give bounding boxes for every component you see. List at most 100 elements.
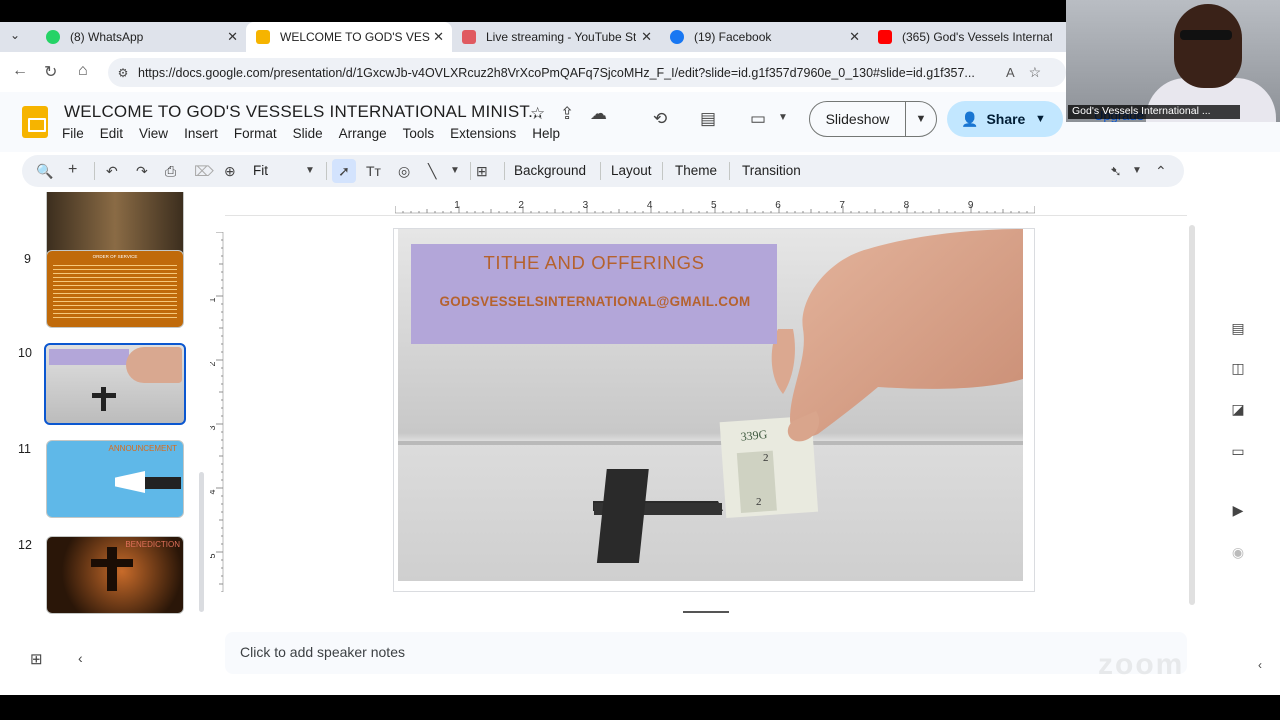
- move-to-drive-icon[interactable]: ⇪: [560, 104, 574, 124]
- ruler-labels: 1 2 3 4 5: [210, 297, 217, 558]
- tab-youtube[interactable]: (365) God's Vessels Internation: [868, 22, 1066, 52]
- new-slide-icon[interactable]: +: [68, 161, 77, 179]
- tab-youtube-studio[interactable]: Live streaming - YouTube Stud ✕: [452, 22, 660, 52]
- site-info-icon[interactable]: ⚙: [108, 66, 138, 80]
- meet-camera-icon[interactable]: ▭: [750, 109, 766, 129]
- add-ons-icon[interactable]: ◉: [1229, 544, 1247, 562]
- menu-extensions[interactable]: Extensions: [450, 126, 516, 141]
- ruler-label: 3: [583, 200, 589, 211]
- slide-thumbnail-9[interactable]: ORDER OF SERVICE: [46, 250, 184, 328]
- toolbar-divider: [600, 162, 601, 180]
- menu-arrange[interactable]: Arrange: [339, 126, 387, 141]
- toolbar-divider: [504, 162, 505, 180]
- title-text-box[interactable]: TITHE AND OFFERINGS GODSVESSELSINTERNATI…: [411, 244, 777, 344]
- tasks-icon[interactable]: ◫: [1229, 360, 1247, 378]
- grid-view-icon[interactable]: ⊞: [30, 650, 43, 668]
- comments-icon[interactable]: ▤: [700, 109, 716, 129]
- slide-number: 9: [24, 252, 31, 266]
- presenter-head: [1174, 4, 1242, 88]
- bookmark-star-icon[interactable]: ☆: [1029, 64, 1042, 81]
- contacts-icon[interactable]: ◪: [1229, 401, 1247, 419]
- slide-thumbnail-11[interactable]: ANNOUNCEMENT: [46, 440, 184, 518]
- redo-icon[interactable]: ↷: [136, 163, 148, 180]
- presenter-glasses: [1180, 30, 1232, 40]
- canvas-scrollbar[interactable]: [1189, 225, 1195, 605]
- side-panel: ▤ ◫ ◪ ▭ ▶ ◉: [1215, 300, 1265, 580]
- back-icon[interactable]: ←: [12, 62, 28, 80]
- menu-format[interactable]: Format: [234, 126, 277, 141]
- ruler-labels: 1 2 3 4 5 6 7 8 9: [454, 200, 974, 211]
- close-icon[interactable]: ✕: [641, 29, 652, 45]
- read-aloud-icon[interactable]: A: [1006, 65, 1015, 80]
- reload-icon[interactable]: ↻: [44, 62, 57, 82]
- star-icon[interactable]: ☆: [530, 104, 545, 124]
- editing-toolbar: 🔍 + ↶ ↷ ⎙ ⌦ ⊕ Fit ▼ ➚ Tт ◎ ╲ ▼ ⊞ Backgro…: [22, 155, 1184, 187]
- insert-comment-icon[interactable]: ⊞: [476, 163, 488, 180]
- chevron-down-icon[interactable]: ▼: [906, 113, 936, 125]
- menu-edit[interactable]: Edit: [100, 126, 123, 141]
- url-bar[interactable]: ⚙ https://docs.google.com/presentation/d…: [108, 58, 1066, 87]
- close-icon[interactable]: ✕: [433, 29, 444, 45]
- home-icon[interactable]: ⌂: [78, 62, 88, 80]
- collapse-filmstrip-icon[interactable]: ‹: [78, 650, 83, 666]
- document-title[interactable]: WELCOME TO GOD'S VESSELS INTERNATIONAL M…: [64, 102, 543, 122]
- line-icon[interactable]: ╲: [428, 163, 436, 180]
- layout-button[interactable]: Layout: [611, 163, 652, 178]
- menu-view[interactable]: View: [139, 126, 168, 141]
- menu-file[interactable]: File: [62, 126, 84, 141]
- zoom-icon[interactable]: ⊕: [224, 163, 236, 180]
- pen-tool-icon[interactable]: ➷: [1110, 163, 1122, 180]
- transition-button[interactable]: Transition: [742, 163, 801, 178]
- expand-panel-icon[interactable]: ‹: [1258, 658, 1262, 672]
- chevron-up-icon[interactable]: ⌃: [1155, 163, 1167, 180]
- tab-slides[interactable]: WELCOME TO GOD'S VESSELS ✕: [246, 22, 452, 52]
- speaker-notes[interactable]: Click to add speaker notes: [225, 632, 1187, 674]
- text-box-icon[interactable]: Tт: [366, 163, 381, 179]
- slide-title: TITHE AND OFFERINGS: [483, 252, 705, 273]
- ruler-label: 4: [210, 489, 217, 494]
- slides-addon-icon[interactable]: ▶: [1229, 502, 1247, 520]
- chevron-down-icon[interactable]: ▼: [1035, 113, 1046, 125]
- background-button[interactable]: Background: [514, 163, 586, 178]
- thumbnail-cross: [107, 547, 117, 591]
- share-button[interactable]: 👤 Share ▼: [947, 101, 1063, 137]
- ruler-label: 8: [904, 200, 910, 211]
- drive-folder-icon[interactable]: ▭: [1229, 443, 1247, 461]
- chevron-down-icon[interactable]: ▼: [450, 165, 460, 176]
- paint-format-icon[interactable]: ⌦: [194, 163, 214, 180]
- filmstrip-scrollbar[interactable]: [199, 472, 204, 612]
- close-icon[interactable]: ✕: [849, 29, 860, 45]
- tab-facebook[interactable]: (19) Facebook ✕: [660, 22, 868, 52]
- shape-icon[interactable]: ◎: [398, 163, 410, 180]
- tab-search-icon[interactable]: ⌄: [10, 28, 20, 42]
- close-icon[interactable]: ✕: [227, 29, 238, 45]
- chevron-down-icon[interactable]: ▼: [778, 112, 788, 123]
- current-slide[interactable]: 339G 2 2 TITHE AND OFFERINGS GODSVESSELS…: [393, 228, 1035, 592]
- keep-icon[interactable]: ▤: [1229, 320, 1247, 338]
- slide-thumbnail-10[interactable]: [44, 343, 186, 425]
- slideshow-button[interactable]: Slideshow ▼: [809, 101, 937, 137]
- slide-number: 10: [18, 346, 32, 360]
- menu-help[interactable]: Help: [532, 126, 560, 141]
- slides-logo-icon[interactable]: [22, 106, 48, 138]
- tab-whatsapp[interactable]: (8) WhatsApp ✕: [36, 22, 246, 52]
- print-icon[interactable]: ⎙: [165, 163, 176, 180]
- zoom-select[interactable]: Fit: [253, 163, 268, 178]
- menu-slide[interactable]: Slide: [293, 126, 323, 141]
- slide-thumbnail-12[interactable]: BENEDICTION: [46, 536, 184, 614]
- cloud-saved-icon[interactable]: ☁: [590, 104, 607, 124]
- ruler-label: 1: [454, 200, 460, 211]
- chevron-down-icon[interactable]: ▼: [1132, 165, 1142, 176]
- notes-resize-handle[interactable]: [683, 611, 729, 613]
- chevron-down-icon[interactable]: ▼: [305, 165, 315, 176]
- search-menus-icon[interactable]: 🔍: [36, 163, 53, 180]
- menu-tools[interactable]: Tools: [403, 126, 435, 141]
- theme-button[interactable]: Theme: [675, 163, 717, 178]
- undo-icon[interactable]: ↶: [106, 163, 118, 180]
- menu-insert[interactable]: Insert: [184, 126, 218, 141]
- share-text: Share: [986, 110, 1026, 127]
- whatsapp-icon: [46, 30, 60, 44]
- select-pointer-icon[interactable]: ➚: [332, 159, 356, 183]
- toolbar-divider: [470, 162, 471, 180]
- version-history-icon[interactable]: ⟲: [653, 109, 667, 129]
